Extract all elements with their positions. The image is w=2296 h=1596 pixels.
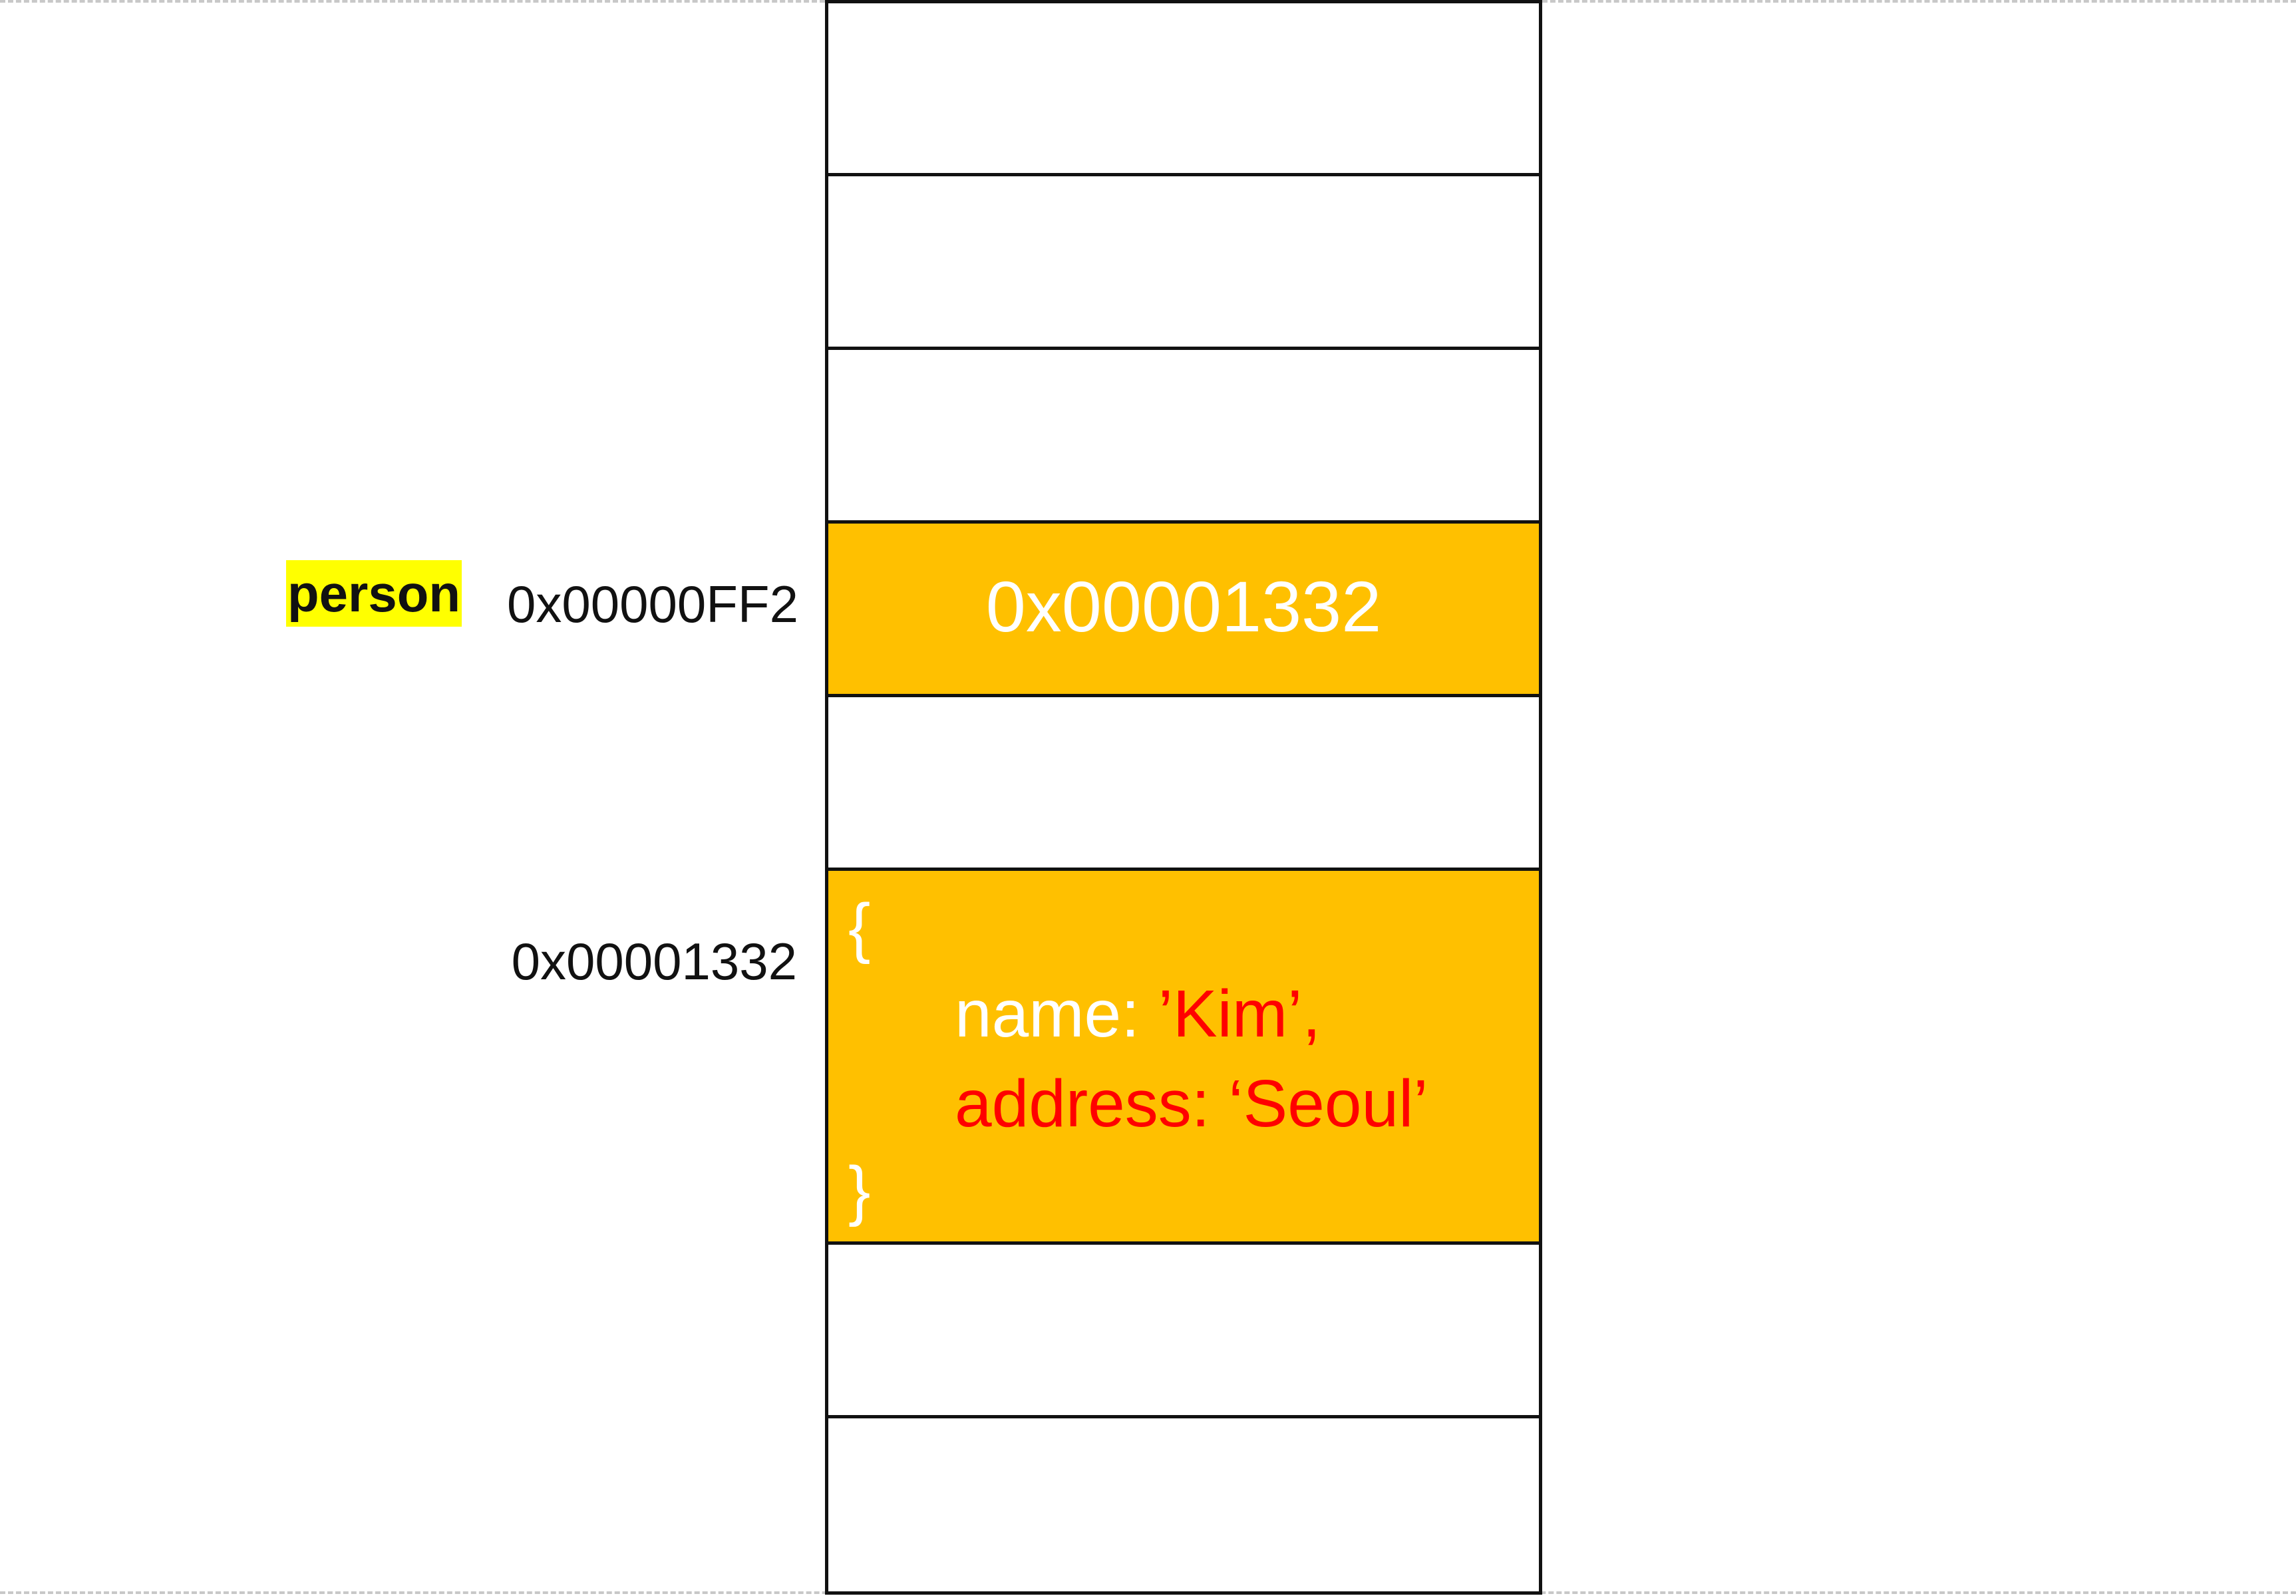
object-address-line: address: ‘Seoul’ — [955, 1064, 1428, 1144]
object-address-value: ‘Seoul’ — [1228, 1066, 1428, 1141]
memory-cell — [825, 173, 1542, 350]
memory-cell — [825, 1415, 1542, 1595]
object-memory-cell: { name: ’Kim’, address: ‘Seoul’ } — [825, 868, 1542, 1245]
variable-address-label: 0x00000FF2 — [507, 575, 798, 633]
object-open-brace: { — [848, 890, 871, 965]
memory-cell — [825, 694, 1542, 871]
variable-value: 0x00001332 — [985, 566, 1382, 647]
memory-cell — [825, 347, 1542, 524]
memory-cell — [825, 1241, 1542, 1418]
variable-name-label: person — [286, 560, 462, 627]
object-name-line: name: ’Kim’, — [955, 974, 1321, 1054]
page-border-top-left — [0, 0, 825, 3]
variable-memory-cell: 0x00001332 — [825, 520, 1542, 697]
memory-stack: 0x00001332 { name: ’Kim’, address: ‘Seou… — [825, 0, 1542, 1595]
object-address-label: 0x00001332 — [511, 932, 797, 991]
object-name-value: ’Kim’, — [1158, 977, 1321, 1051]
object-close-brace: } — [848, 1153, 871, 1227]
object-address-key: address: — [955, 1066, 1229, 1141]
memory-cell — [825, 0, 1542, 176]
object-name-key: name: — [955, 977, 1158, 1051]
page-border-top-right — [1542, 0, 2296, 3]
